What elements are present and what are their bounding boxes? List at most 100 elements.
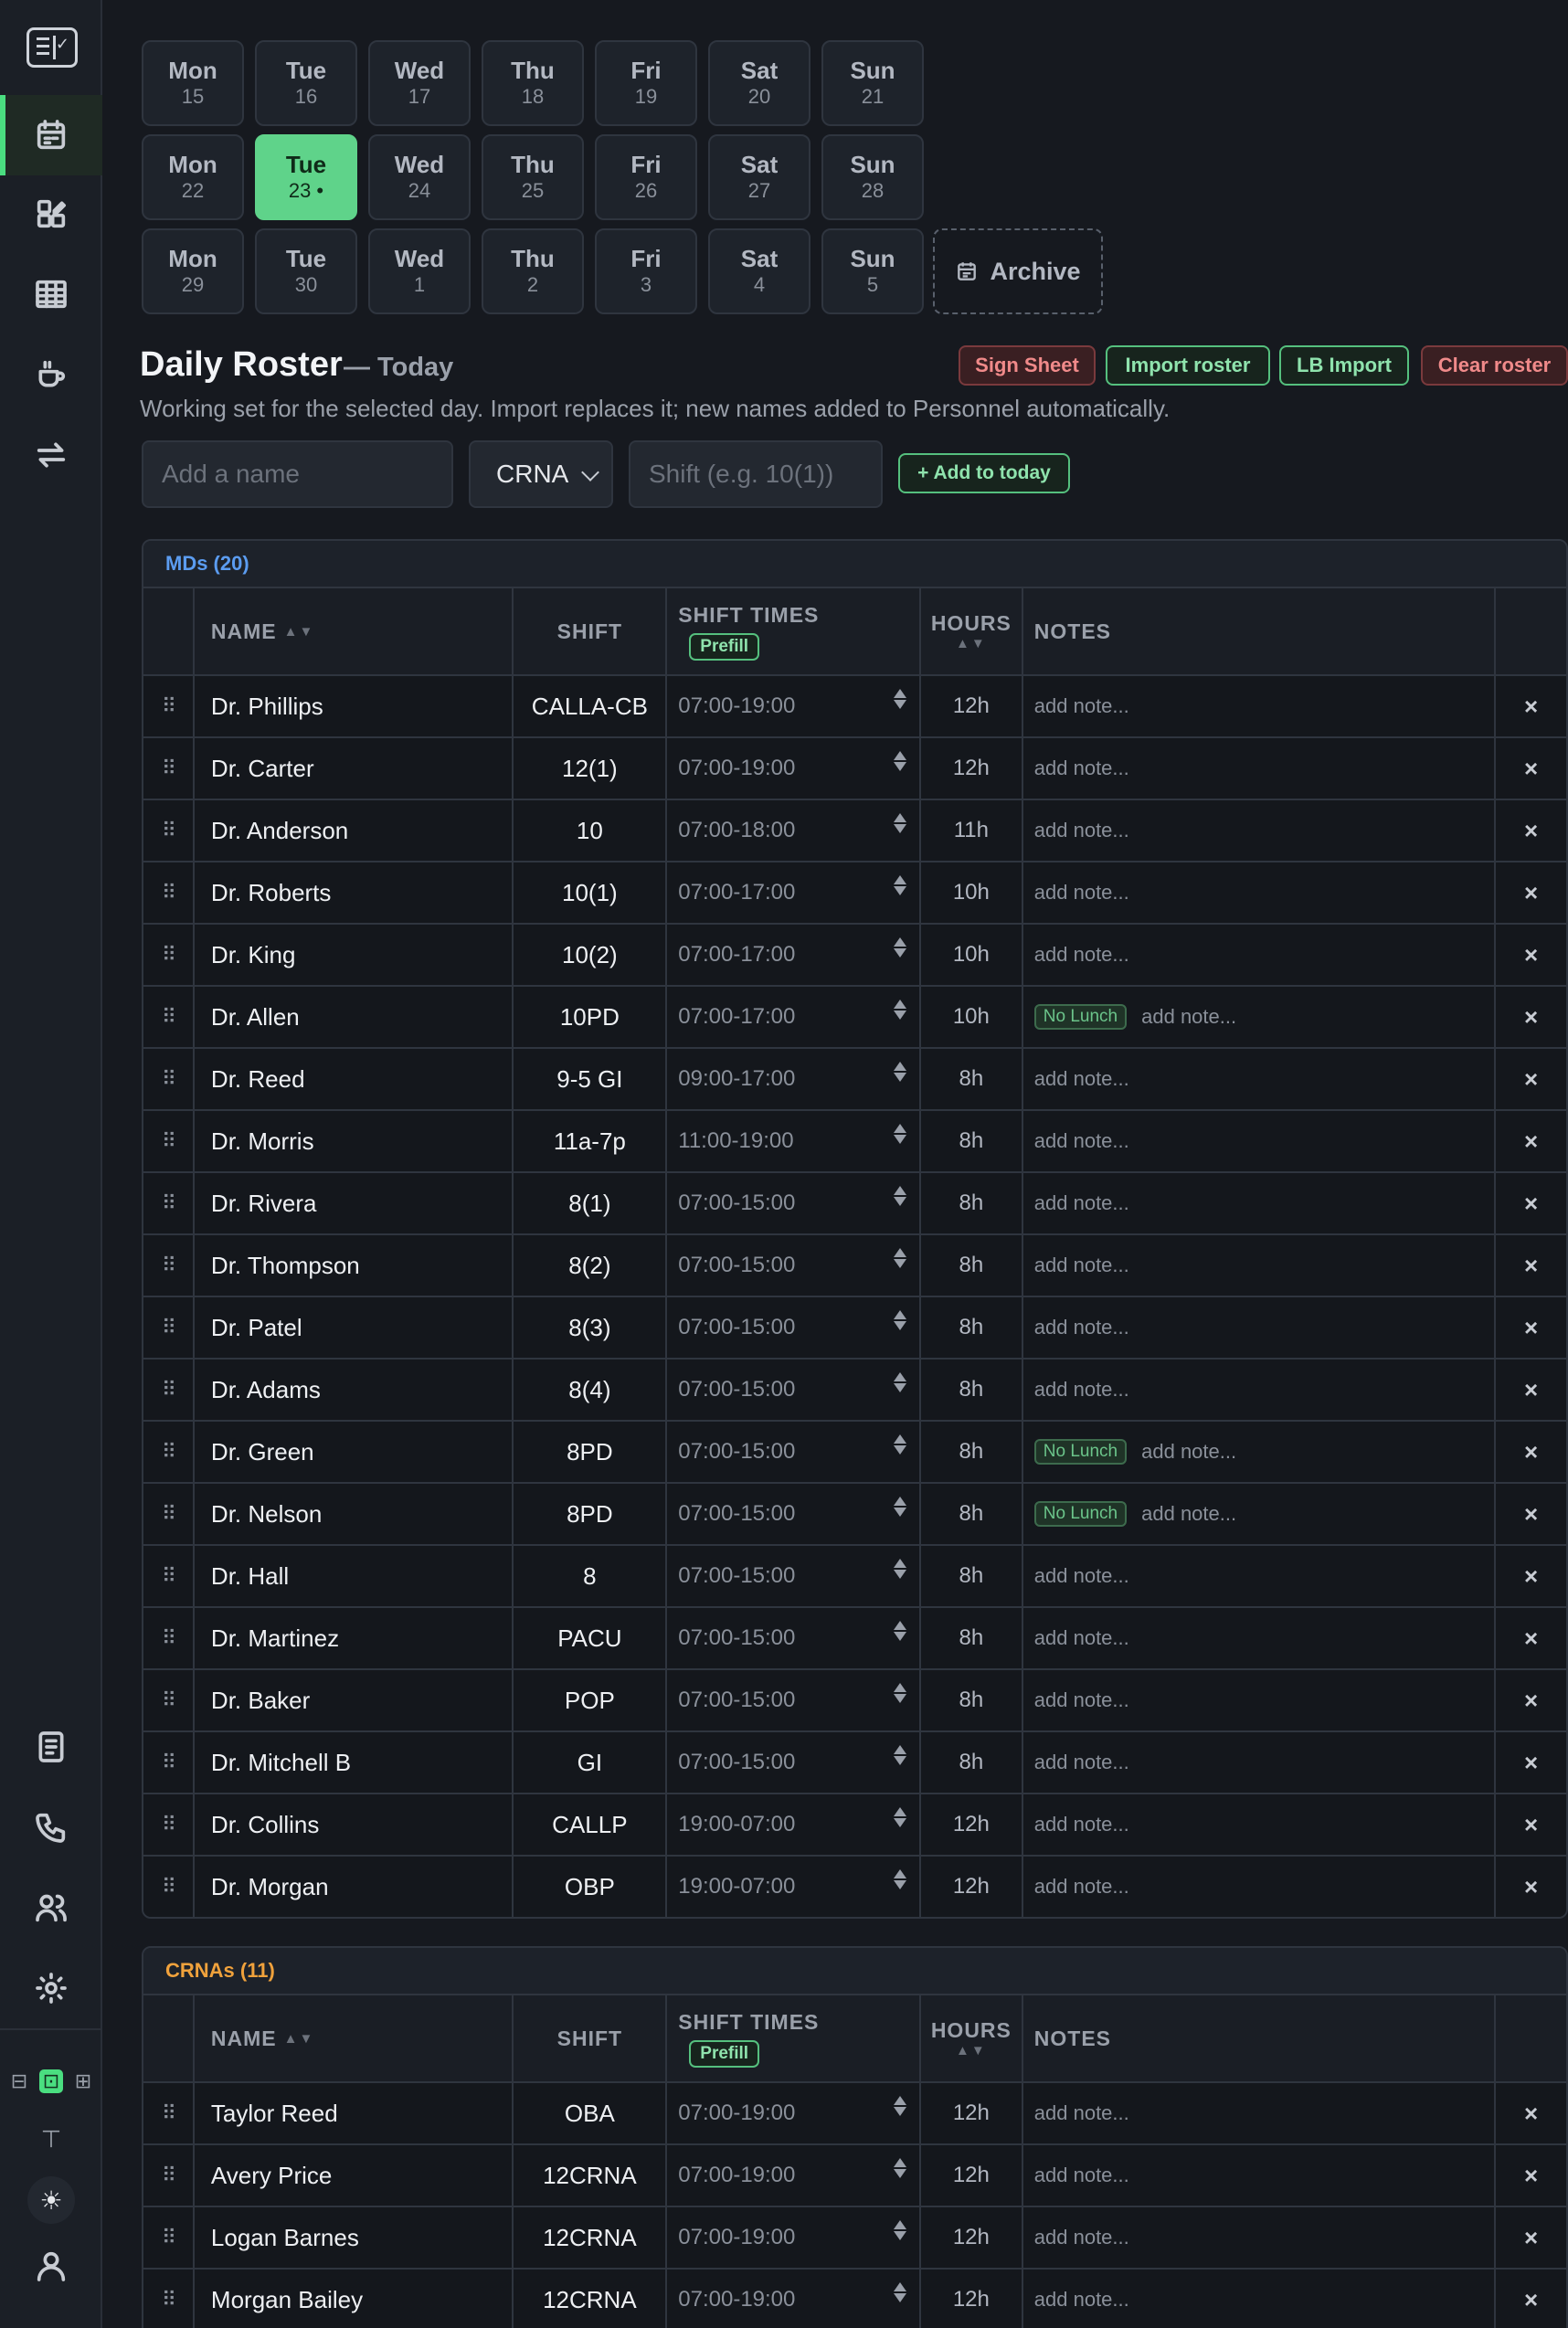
note-placeholder[interactable]: add note...: [1034, 2164, 1129, 2187]
day-button[interactable]: Wed 1: [368, 228, 471, 314]
shift-times-stepper[interactable]: [893, 1683, 906, 1703]
note-placeholder[interactable]: add note...: [1034, 1129, 1129, 1153]
name-column-header[interactable]: NAME ▲▼: [195, 1995, 514, 2081]
shift-times-stepper[interactable]: [893, 813, 906, 833]
layout-compact-icon[interactable]: ⊟: [7, 2069, 31, 2093]
shift-cell[interactable]: 8(3): [514, 1297, 668, 1358]
clear-roster-button[interactable]: Clear roster: [1421, 345, 1568, 386]
drag-handle[interactable]: ⠿: [143, 1173, 195, 1233]
shift-times-input[interactable]: 07:00-17:00: [667, 862, 921, 923]
remove-button[interactable]: ×: [1496, 676, 1566, 736]
notes-cell[interactable]: add note...: [1023, 1794, 1497, 1855]
name-cell[interactable]: Logan Barnes: [195, 2207, 514, 2268]
note-placeholder[interactable]: add note...: [1034, 1254, 1129, 1277]
document-icon[interactable]: [0, 1707, 102, 1787]
shift-cell[interactable]: 10(2): [514, 925, 668, 985]
notes-cell[interactable]: No Lunch add note...: [1023, 1484, 1497, 1544]
name-cell[interactable]: Dr. Rivera: [195, 1173, 514, 1233]
shift-cell[interactable]: 11a-7p: [514, 1111, 668, 1171]
table-icon[interactable]: [0, 254, 102, 334]
shift-cell[interactable]: PACU: [514, 1608, 668, 1668]
name-cell[interactable]: Dr. Carter: [195, 738, 514, 799]
shift-times-stepper[interactable]: [893, 1186, 906, 1206]
shift-times-stepper[interactable]: [893, 751, 906, 771]
notes-cell[interactable]: add note...: [1023, 738, 1497, 799]
shift-times-stepper[interactable]: [893, 2096, 906, 2116]
notes-cell[interactable]: add note...: [1023, 2270, 1497, 2328]
prefill-button[interactable]: Prefill: [689, 632, 760, 661]
shift-cell[interactable]: 8(4): [514, 1360, 668, 1420]
notes-cell[interactable]: add note...: [1023, 1670, 1497, 1730]
shift-cell[interactable]: 12CRNA: [514, 2207, 668, 2268]
note-placeholder[interactable]: add note...: [1034, 1626, 1129, 1650]
remove-button[interactable]: ×: [1496, 1111, 1566, 1171]
note-placeholder[interactable]: add note...: [1034, 881, 1129, 905]
remove-button[interactable]: ×: [1496, 1422, 1566, 1482]
drag-handle[interactable]: ⠿: [143, 1608, 195, 1668]
role-select[interactable]: CRNA: [469, 440, 613, 508]
day-button[interactable]: Tue 16: [255, 40, 357, 126]
remove-button[interactable]: ×: [1496, 1297, 1566, 1358]
day-button[interactable]: Sun 28: [821, 134, 924, 220]
shift-input[interactable]: Shift (e.g. 10(1)): [629, 440, 883, 508]
note-placeholder[interactable]: add note...: [1034, 757, 1129, 780]
shift-times-stepper[interactable]: [893, 1062, 906, 1082]
remove-button[interactable]: ×: [1496, 1049, 1566, 1109]
day-button[interactable]: Sun 21: [821, 40, 924, 126]
drag-handle[interactable]: ⠿: [143, 1297, 195, 1358]
shift-cell[interactable]: 8PD: [514, 1422, 668, 1482]
notes-cell[interactable]: add note...: [1023, 676, 1497, 736]
name-cell[interactable]: Dr. Adams: [195, 1360, 514, 1420]
shift-times-stepper[interactable]: [893, 1434, 906, 1455]
no-lunch-badge[interactable]: No Lunch: [1033, 1439, 1128, 1465]
notes-cell[interactable]: add note...: [1023, 925, 1497, 985]
drag-handle[interactable]: ⠿: [143, 1360, 195, 1420]
notes-cell[interactable]: add note...: [1023, 1235, 1497, 1296]
shift-cell[interactable]: OBA: [514, 2083, 668, 2143]
remove-button[interactable]: ×: [1496, 1546, 1566, 1606]
sort-icon[interactable]: ▲▼: [284, 2031, 315, 2047]
shift-cell[interactable]: 12CRNA: [514, 2270, 668, 2328]
shift-times-stepper[interactable]: [893, 1248, 906, 1268]
drag-handle[interactable]: ⠿: [143, 1546, 195, 1606]
shift-cell[interactable]: CALLP: [514, 1794, 668, 1855]
drag-handle[interactable]: ⠿: [143, 1732, 195, 1793]
sign-sheet-button[interactable]: Sign Sheet: [959, 345, 1096, 386]
shift-times-stepper[interactable]: [893, 2158, 906, 2178]
name-cell[interactable]: Dr. Reed: [195, 1049, 514, 1109]
shift-times-stepper[interactable]: [893, 1621, 906, 1641]
day-button[interactable]: Wed 17: [368, 40, 471, 126]
notes-cell[interactable]: No Lunch add note...: [1023, 987, 1497, 1047]
shift-times-input[interactable]: 09:00-17:00: [667, 1049, 921, 1109]
shift-cell[interactable]: 12(1): [514, 738, 668, 799]
note-placeholder[interactable]: add note...: [1034, 1067, 1129, 1091]
name-cell[interactable]: Dr. Morris: [195, 1111, 514, 1171]
note-placeholder[interactable]: add note...: [1034, 1751, 1129, 1774]
shift-times-input[interactable]: 11:00-19:00: [667, 1111, 921, 1171]
drag-handle[interactable]: ⠿: [143, 1794, 195, 1855]
shift-times-input[interactable]: 07:00-19:00: [667, 2083, 921, 2143]
shift-cell[interactable]: 12CRNA: [514, 2145, 668, 2206]
note-placeholder[interactable]: add note...: [1034, 2288, 1129, 2312]
shift-cell[interactable]: 10: [514, 800, 668, 861]
shift-cell[interactable]: 8PD: [514, 1484, 668, 1544]
shift-times-input[interactable]: 07:00-15:00: [667, 1546, 921, 1606]
no-lunch-badge[interactable]: No Lunch: [1033, 1004, 1128, 1030]
note-placeholder[interactable]: add note...: [1141, 1502, 1236, 1526]
shift-times-input[interactable]: 07:00-19:00: [667, 2207, 921, 2268]
note-placeholder[interactable]: add note...: [1034, 943, 1129, 967]
name-cell[interactable]: Dr. Thompson: [195, 1235, 514, 1296]
sort-icon[interactable]: ▲▼: [956, 636, 987, 651]
add-to-today-button[interactable]: + Add to today: [898, 453, 1070, 493]
notes-cell[interactable]: add note...: [1023, 2083, 1497, 2143]
note-placeholder[interactable]: add note...: [1034, 1688, 1129, 1712]
name-cell[interactable]: Taylor Reed: [195, 2083, 514, 2143]
shift-cell[interactable]: 10PD: [514, 987, 668, 1047]
day-button[interactable]: Mon 15: [142, 40, 244, 126]
notes-cell[interactable]: add note...: [1023, 1111, 1497, 1171]
theme-toggle-icon[interactable]: ☀: [27, 2176, 75, 2224]
note-placeholder[interactable]: add note...: [1034, 1191, 1129, 1215]
remove-button[interactable]: ×: [1496, 1670, 1566, 1730]
remove-button[interactable]: ×: [1496, 987, 1566, 1047]
notes-cell[interactable]: add note...: [1023, 1173, 1497, 1233]
